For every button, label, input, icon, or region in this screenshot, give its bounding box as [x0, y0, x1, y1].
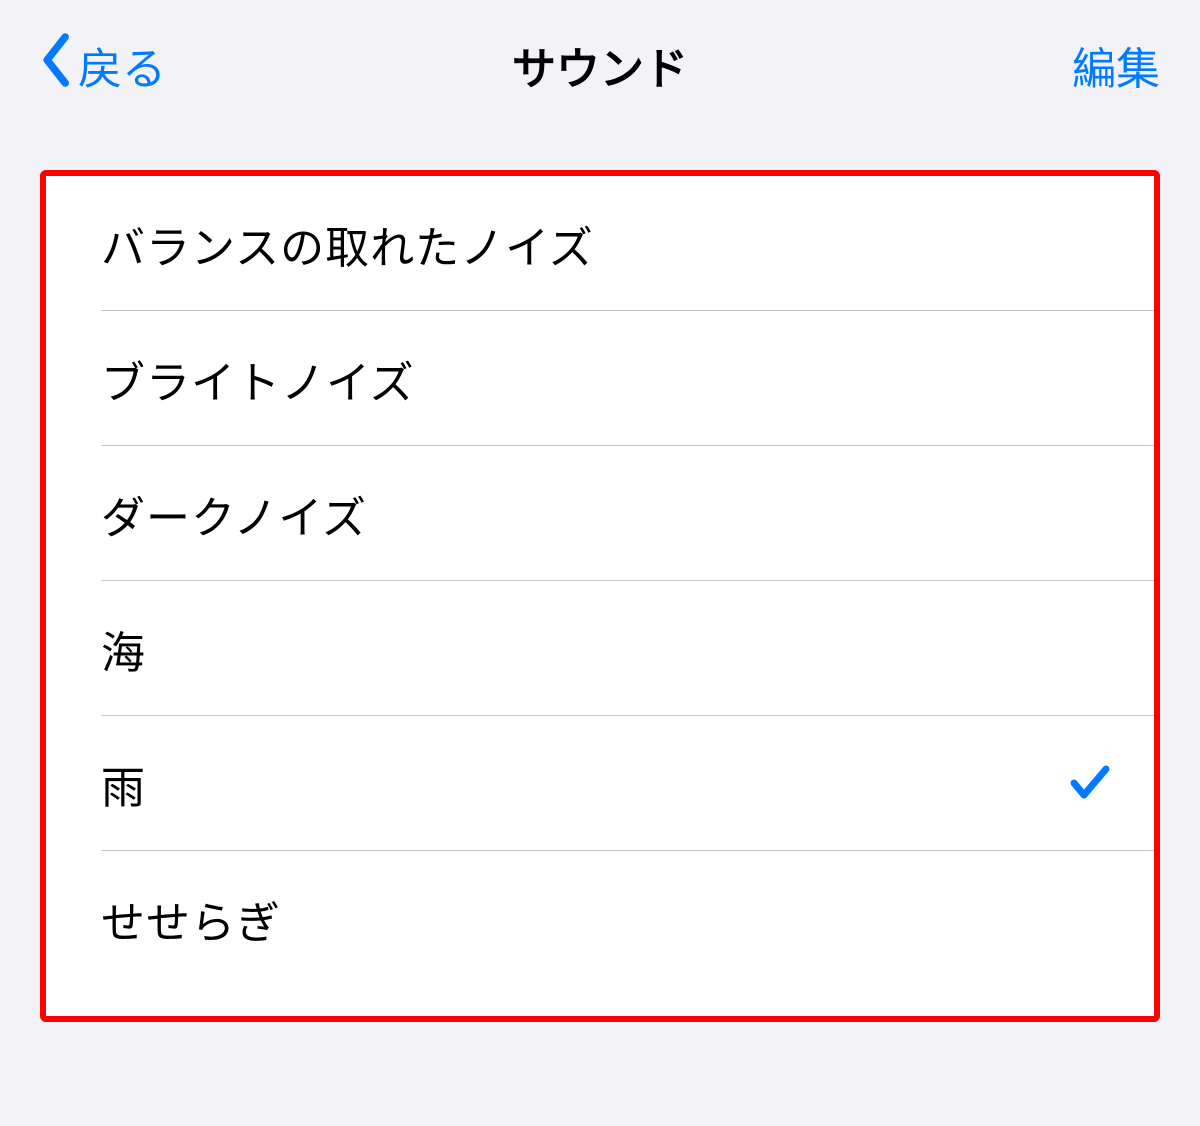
list-item[interactable]: 雨: [46, 716, 1154, 851]
chevron-left-icon: [40, 32, 74, 99]
list-item[interactable]: バランスの取れたノイズ: [46, 176, 1154, 311]
back-label: 戻る: [78, 33, 166, 97]
list-item-label: ブライトノイズ: [101, 347, 415, 411]
nav-bar: 戻る サウンド 編集: [0, 0, 1200, 130]
list-item[interactable]: ダークノイズ: [46, 446, 1154, 581]
list-item-label: ダークノイズ: [101, 482, 367, 546]
list-item-label: 雨: [101, 752, 146, 816]
checkmark-icon: [1066, 757, 1114, 810]
page-title: サウンド: [512, 33, 688, 97]
list-item-label: せせらぎ: [101, 887, 281, 951]
back-button[interactable]: 戻る: [40, 32, 166, 99]
list-item-label: バランスの取れたノイズ: [101, 212, 594, 276]
list-item-label: 海: [101, 617, 146, 681]
list-item[interactable]: ブライトノイズ: [46, 311, 1154, 446]
sound-list: バランスの取れたノイズ ブライトノイズ ダークノイズ 海 雨 せせらぎ: [46, 176, 1154, 1016]
edit-button[interactable]: 編集: [1072, 33, 1160, 97]
list-item[interactable]: せせらぎ: [46, 851, 1154, 986]
sound-list-container: バランスの取れたノイズ ブライトノイズ ダークノイズ 海 雨 せせらぎ: [40, 170, 1160, 1022]
list-item[interactable]: 海: [46, 581, 1154, 716]
